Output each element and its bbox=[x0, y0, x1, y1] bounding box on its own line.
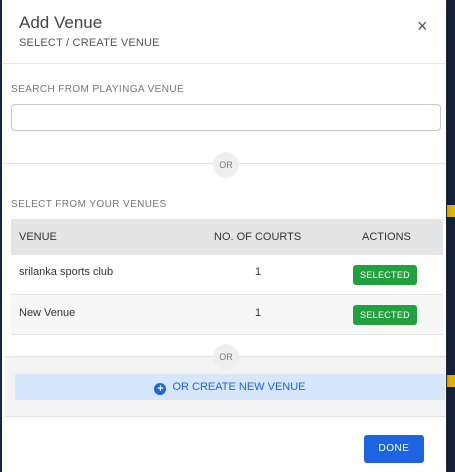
selected-button[interactable]: SELECTED bbox=[353, 305, 417, 325]
add-venue-modal: Add Venue SELECT / CREATE VENUE × SEARCH… bbox=[2, 0, 446, 472]
create-new-venue-label: OR CREATE NEW VENUE bbox=[172, 381, 306, 393]
venues-table: VENUE NO. OF COURTS ACTIONS srilanka spo… bbox=[11, 219, 443, 335]
plus-circle-icon: + bbox=[154, 383, 167, 395]
table-header: VENUE NO. OF COURTS ACTIONS bbox=[11, 219, 443, 255]
selected-button[interactable]: SELECTED bbox=[353, 265, 417, 285]
or-separator: OR bbox=[213, 152, 239, 178]
close-icon[interactable]: × bbox=[417, 17, 428, 35]
courts-count: 1 bbox=[255, 266, 262, 278]
venue-name: New Venue bbox=[19, 307, 76, 319]
modal-header: Add Venue SELECT / CREATE VENUE × bbox=[2, 0, 446, 64]
modal-subtitle: SELECT / CREATE VENUE bbox=[19, 37, 160, 49]
venue-name: srilanka sports club bbox=[19, 266, 114, 278]
done-button[interactable]: DONE bbox=[364, 435, 424, 463]
backdrop-right bbox=[447, 0, 455, 472]
column-header-actions: ACTIONS bbox=[362, 231, 411, 243]
search-label: SEARCH FROM PLAYINGA VENUE bbox=[11, 84, 185, 95]
table-row: srilanka sports club 1 SELECTED bbox=[11, 255, 443, 295]
table-row: New Venue 1 SELECTED bbox=[11, 295, 443, 335]
your-venues-label: SELECT FROM YOUR VENUES bbox=[11, 199, 167, 210]
column-header-courts: NO. OF COURTS bbox=[214, 231, 302, 243]
search-venue-input[interactable] bbox=[11, 104, 441, 131]
backdrop-accent bbox=[447, 205, 455, 217]
create-new-venue-button[interactable]: + OR CREATE NEW VENUE bbox=[15, 374, 445, 400]
modal-footer: DONE bbox=[2, 416, 446, 472]
courts-count: 1 bbox=[255, 307, 262, 319]
column-header-venue: VENUE bbox=[19, 231, 57, 243]
or-separator: OR bbox=[213, 344, 239, 370]
modal-title: Add Venue bbox=[19, 13, 103, 32]
backdrop-accent bbox=[447, 375, 455, 387]
